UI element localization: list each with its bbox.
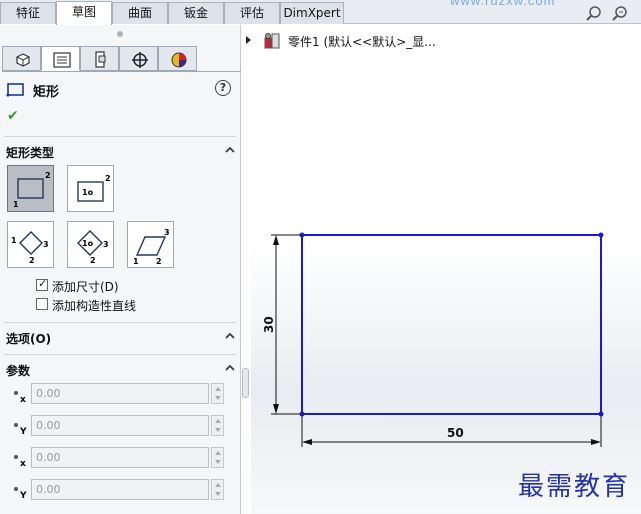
configuration-manager-tab[interactable] [80, 46, 119, 71]
point-x-icon: x [14, 391, 26, 403]
manager-tabs [2, 46, 242, 72]
params-header-label: 参数 [6, 364, 31, 378]
center-rectangle-icon: 1o 2 [77, 174, 111, 202]
rectangle-feature-icon [6, 83, 24, 97]
collapse-chevron-icon[interactable] [224, 144, 236, 156]
rect-type-header[interactable]: 矩形类型 [6, 144, 236, 164]
height-dimension-text[interactable]: 30 [262, 316, 276, 333]
svg-text:Y: Y [19, 491, 27, 499]
parallelogram-button[interactable]: 3 1 2 [127, 221, 174, 268]
y2-spinner[interactable] [211, 479, 224, 500]
command-manager-tabs: 特征 草图 曲面 钣金 评估 DimXpert www.ruzxw.com [0, 0, 641, 25]
part-icon [264, 33, 280, 49]
rect-type-header-label: 矩形类型 [6, 146, 55, 160]
3-point-center-rectangle-button[interactable]: 1o 3 2 [67, 221, 114, 268]
add-dimensions-label: 添加尺寸(D) [52, 280, 119, 294]
watermark-url: www.ruzxw.com [450, 0, 556, 8]
collapse-chevron-icon[interactable] [224, 330, 236, 342]
svg-text:2: 2 [156, 257, 162, 266]
params-header[interactable]: 参数 [6, 362, 236, 382]
svg-text:3: 3 [103, 240, 109, 249]
options-header-label: 选项(O) [6, 332, 52, 346]
add-dimensions-checkbox[interactable]: ✓ [36, 277, 48, 291]
sketch-rectangle[interactable] [301, 234, 602, 415]
tab-dimxpert[interactable]: DimXpert [280, 2, 344, 24]
x1-input[interactable]: 0.00 [31, 383, 209, 404]
param-row-y2: Y 0.00 [12, 479, 228, 501]
collapse-panel-handle[interactable] [242, 368, 249, 398]
parallelogram-icon: 3 1 2 [133, 228, 170, 266]
point-y-icon: Y [14, 487, 27, 499]
3-point-corner-rectangle-button[interactable]: 1 3 2 [7, 221, 54, 268]
x2-input[interactable]: 0.00 [31, 447, 209, 468]
tab-features[interactable]: 特征 [0, 2, 56, 24]
divider [4, 322, 236, 323]
sketch-vertex[interactable] [598, 232, 604, 238]
3-point-corner-icon: 1 3 2 [11, 231, 49, 265]
y2-input[interactable]: 0.00 [31, 479, 209, 500]
svg-text:x: x [20, 459, 26, 467]
crosshair-icon [132, 52, 148, 68]
display-manager-tab[interactable] [158, 46, 197, 71]
svg-text:2: 2 [45, 171, 51, 180]
x1-spinner[interactable] [211, 383, 224, 404]
svg-text:1: 1 [13, 200, 19, 209]
svg-text:2: 2 [29, 256, 35, 265]
panel-grip[interactable] [117, 31, 123, 37]
point-y-icon: Y [14, 423, 27, 435]
divider [4, 136, 236, 137]
param-row-y1: Y 0.00 [12, 415, 228, 437]
point-x-icon: x [14, 455, 26, 467]
zoom-to-fit-icon[interactable] [585, 6, 603, 22]
corner-rectangle-icon: 2 1 [13, 171, 51, 209]
sketch-canvas[interactable]: 30 50 [251, 225, 641, 465]
collapse-chevron-icon[interactable] [224, 362, 236, 374]
x2-spinner[interactable] [211, 447, 224, 468]
tab-surfaces[interactable]: 曲面 [112, 2, 168, 24]
svg-text:1o: 1o [82, 188, 94, 197]
checkmark-icon: ✓ [38, 277, 48, 290]
add-construction-checkbox[interactable] [36, 298, 48, 310]
svg-text:2: 2 [90, 256, 96, 265]
pm-title-row: 矩形 ? [6, 80, 232, 100]
zoom-area-icon[interactable] [611, 6, 629, 22]
svg-text:3: 3 [164, 228, 170, 237]
svg-text:1: 1 [11, 236, 17, 245]
svg-text:2: 2 [105, 174, 111, 183]
svg-text:x: x [20, 395, 26, 403]
add-construction-label: 添加构造性直线 [52, 299, 137, 313]
param-row-x2: x 0.00 [12, 447, 228, 469]
feature-manager-tab[interactable] [2, 46, 41, 71]
tab-evaluate[interactable]: 评估 [224, 2, 280, 24]
pm-title: 矩形 [33, 85, 60, 100]
center-rectangle-button[interactable]: 1o 2 [67, 165, 114, 212]
3-point-center-icon: 1o 3 2 [77, 230, 109, 265]
feature-tree-icon [16, 53, 30, 67]
corner-rectangle-button[interactable]: 2 1 [7, 165, 54, 212]
dimxpert-manager-tab[interactable] [119, 46, 158, 71]
property-manager-tab[interactable] [41, 46, 80, 71]
svg-text:3: 3 [43, 240, 49, 249]
param-row-x1: x 0.00 [12, 383, 228, 405]
svg-text:Y: Y [19, 427, 27, 435]
svg-text:1: 1 [133, 257, 139, 266]
svg-text:1o: 1o [82, 239, 94, 248]
y1-spinner[interactable] [211, 415, 224, 436]
panel-splitter[interactable] [241, 25, 251, 514]
divider [4, 354, 236, 355]
configuration-icon [95, 51, 106, 68]
appearance-ball-icon [171, 52, 187, 68]
property-list-icon [53, 52, 71, 68]
help-icon[interactable]: ? [215, 80, 231, 96]
options-header[interactable]: 选项(O) [6, 330, 236, 350]
expand-arrow-icon[interactable] [246, 36, 251, 44]
tab-sheet-metal[interactable]: 钣金 [168, 2, 224, 24]
tab-sketch[interactable]: 草图 [56, 1, 112, 25]
width-dimension-text[interactable]: 50 [447, 426, 464, 440]
ok-check-icon[interactable]: ✔ [7, 108, 19, 124]
y1-input[interactable]: 0.00 [31, 415, 209, 436]
part-name: 零件1 (默认<<默认>_显... [288, 35, 436, 49]
brand-watermark: 最需教育 [518, 472, 631, 502]
